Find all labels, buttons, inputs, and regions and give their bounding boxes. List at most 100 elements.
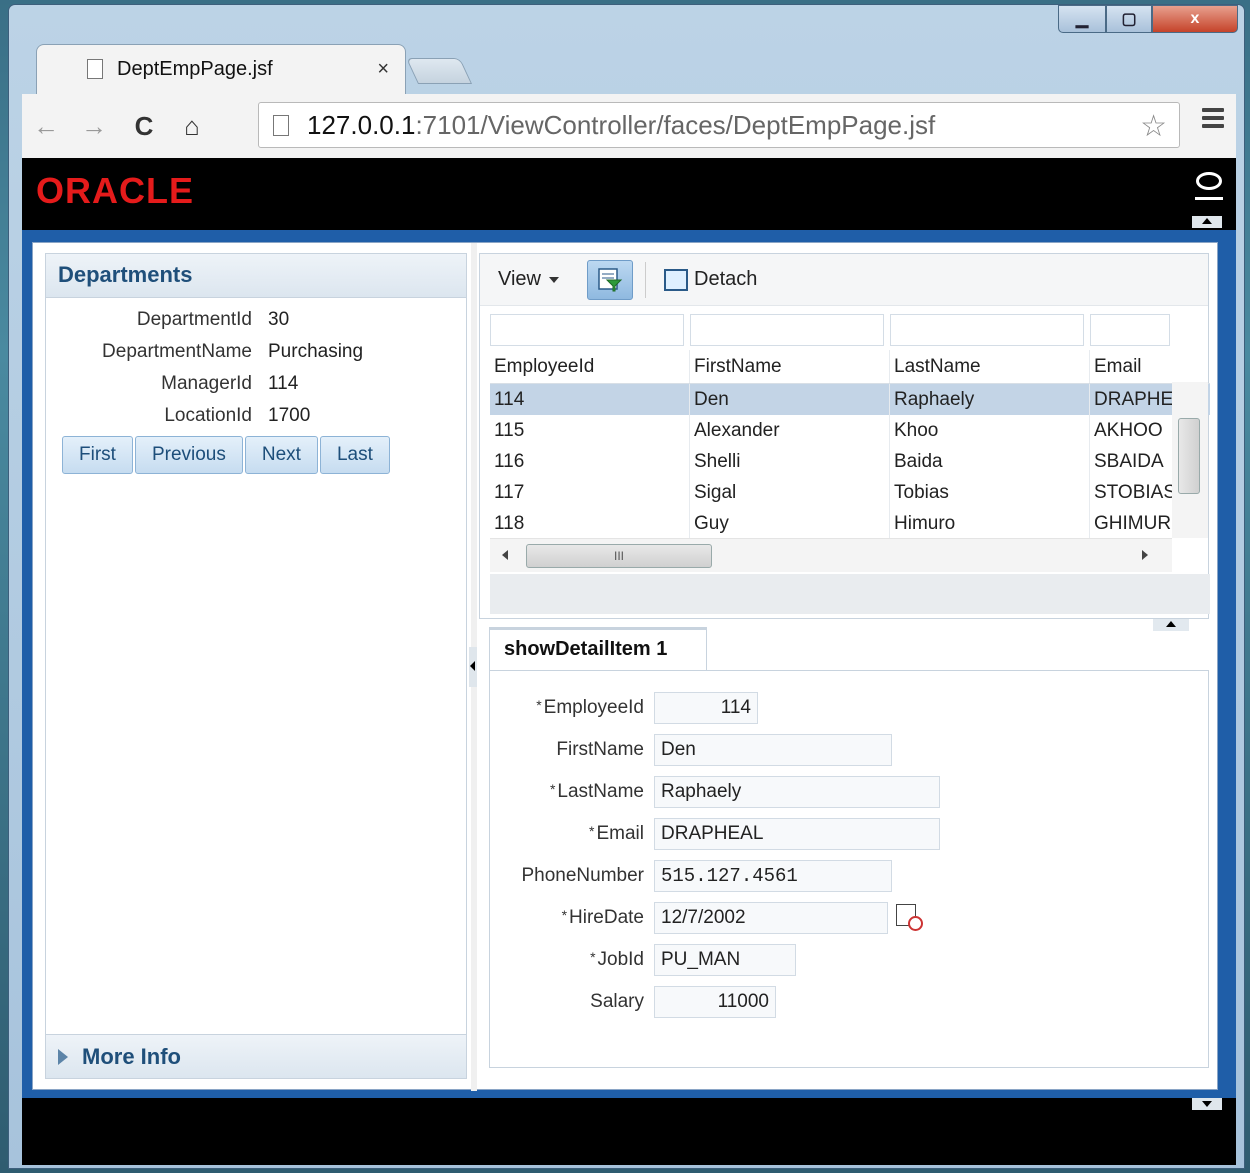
bookmark-star-icon[interactable]: ☆ — [1140, 109, 1167, 144]
form-row: PhoneNumber 515.127.4561 — [490, 855, 1208, 897]
required-mark: * — [589, 823, 595, 839]
dept-field-row: LocationId 1700 — [46, 400, 466, 432]
table-row[interactable]: 117 Sigal Tobias STOBIAS — [490, 477, 1210, 508]
table-cell: 114 — [490, 384, 690, 415]
url-path: :7101/ViewController/faces/DeptEmpPage.j… — [415, 109, 936, 140]
field-label: PhoneNumber — [521, 865, 644, 886]
horizontal-scrollbar[interactable]: III — [490, 538, 1172, 572]
table-cell: SBAIDA — [1094, 450, 1164, 472]
scroll-thumb[interactable]: III — [526, 544, 712, 568]
collapse-detail-icon[interactable] — [1153, 619, 1189, 631]
next-button[interactable]: Next — [244, 436, 318, 474]
close-window-button[interactable]: x — [1152, 5, 1238, 33]
collapse-footer-icon[interactable] — [1192, 1098, 1222, 1110]
tab-showdetailitem[interactable]: showDetailItem 1 — [489, 627, 707, 671]
page-icon — [273, 115, 289, 136]
more-info-header[interactable]: More Info — [46, 1034, 466, 1078]
table-cell: DRAPHE/ — [1094, 388, 1176, 410]
chrome-menu-icon[interactable] — [1202, 108, 1224, 132]
browser-tab[interactable]: DeptEmpPage.jsf × — [36, 44, 406, 94]
collapse-left-icon[interactable] — [469, 647, 477, 687]
vertical-scrollbar[interactable] — [1172, 382, 1208, 538]
branding-bar: ORACLE — [22, 158, 1236, 230]
form-row: * HireDate 12/7/2002 — [490, 897, 1208, 939]
maximize-button[interactable]: ▢ — [1106, 5, 1152, 33]
table-row[interactable]: 118 Guy Himuro GHIMUR( — [490, 508, 1210, 538]
oracle-o-icon — [1195, 172, 1223, 200]
toolbar-separator — [645, 261, 646, 298]
departments-header: Departments — [46, 254, 466, 298]
collapse-header-icon[interactable] — [1192, 216, 1222, 228]
form-row: * LastName Raphaely — [490, 771, 1208, 813]
dept-field-row: DepartmentId 30 — [46, 304, 466, 336]
field-label: FirstName — [556, 739, 644, 760]
more-info-label: More Info — [82, 1043, 181, 1069]
back-icon[interactable]: ← — [28, 111, 64, 142]
employeeid-field[interactable]: 114 — [654, 692, 758, 724]
field-value: 1700 — [268, 405, 311, 426]
table-row[interactable]: 115 Alexander Khoo AKHOO — [490, 415, 1210, 446]
firstname-field[interactable]: Den — [654, 734, 892, 766]
jobid-field[interactable]: PU_MAN — [654, 944, 796, 976]
phonenumber-field[interactable]: 515.127.4561 — [654, 860, 892, 892]
scroll-thumb[interactable] — [1178, 418, 1200, 494]
filter-input[interactable] — [890, 314, 1084, 346]
detail-tab-label: showDetailItem 1 — [504, 638, 668, 660]
view-menu-label: View — [498, 268, 541, 290]
hiredate-field[interactable]: 12/7/2002 — [654, 902, 888, 934]
navigation-buttons: First Previous Next Last — [62, 436, 466, 474]
home-icon[interactable]: ⌂ — [174, 111, 210, 142]
detach-button[interactable]: Detach — [664, 268, 757, 291]
table-row[interactable]: 116 Shelli Baida SBAIDA — [490, 446, 1210, 477]
table-row[interactable]: 114 Den Raphaely DRAPHE/ — [490, 384, 1210, 415]
table-cell: Raphaely — [890, 384, 1090, 415]
salary-field[interactable]: 11000 — [654, 986, 776, 1018]
table-cell: Baida — [890, 446, 1090, 477]
query-by-example-button[interactable] — [587, 259, 633, 300]
table-cell: 118 — [490, 508, 690, 538]
departments-title: Departments — [58, 262, 193, 287]
minimize-button[interactable]: ▁ — [1058, 5, 1106, 33]
filter-input[interactable] — [1090, 314, 1170, 346]
column-header[interactable]: FirstName — [690, 350, 890, 383]
tab-close-icon[interactable]: × — [377, 58, 389, 81]
url-host: 127.0.0.1 — [307, 109, 416, 140]
table-cell: GHIMUR( — [1094, 512, 1176, 534]
lastname-field[interactable]: Raphaely — [654, 776, 940, 808]
column-header[interactable]: EmployeeId — [490, 350, 690, 383]
form-row: * EmployeeId 114 — [490, 687, 1208, 729]
column-header[interactable]: Email — [1090, 350, 1176, 383]
table-toolbar: View Detach — [480, 254, 1208, 306]
first-button[interactable]: First — [62, 436, 133, 474]
field-label-text: EmployeeId — [543, 697, 644, 718]
dept-field-row: DepartmentName Purchasing — [46, 336, 466, 368]
oracle-logo: ORACLE — [36, 170, 194, 211]
scroll-left-icon[interactable] — [502, 550, 508, 560]
tab-title: DeptEmpPage.jsf — [117, 58, 273, 80]
reload-icon[interactable]: C — [126, 111, 162, 142]
table-cell: Shelli — [690, 446, 890, 477]
forward-icon[interactable]: → — [76, 111, 112, 142]
field-label: * EmployeeId — [490, 697, 654, 719]
window-controls: ▁ ▢ x — [1058, 5, 1238, 33]
filter-input[interactable] — [690, 314, 884, 346]
form-row: FirstName Den — [490, 729, 1208, 771]
previous-button[interactable]: Previous — [134, 436, 243, 474]
view-menu[interactable]: View — [498, 268, 559, 291]
scroll-right-icon[interactable] — [1142, 550, 1148, 560]
address-bar[interactable]: 127.0.0.1:7101/ViewController/faces/Dept… — [258, 102, 1180, 148]
email-field[interactable]: DRAPHEAL — [654, 818, 940, 850]
filter-icon — [598, 267, 623, 291]
detach-icon — [664, 268, 688, 291]
required-mark: * — [561, 907, 568, 923]
table-cell: Alexander — [690, 415, 890, 446]
column-header[interactable]: LastName — [890, 350, 1090, 383]
required-mark: * — [590, 949, 596, 965]
footer-bar — [22, 1098, 1236, 1165]
calendar-icon[interactable] — [896, 904, 924, 932]
filter-input[interactable] — [490, 314, 684, 346]
last-button[interactable]: Last — [319, 436, 390, 474]
browser-toolbar: ← → C ⌂ 127.0.0.1:7101/ViewController/fa… — [22, 94, 1236, 158]
field-label: * HireDate — [490, 907, 654, 929]
chevron-down-icon — [549, 276, 559, 283]
